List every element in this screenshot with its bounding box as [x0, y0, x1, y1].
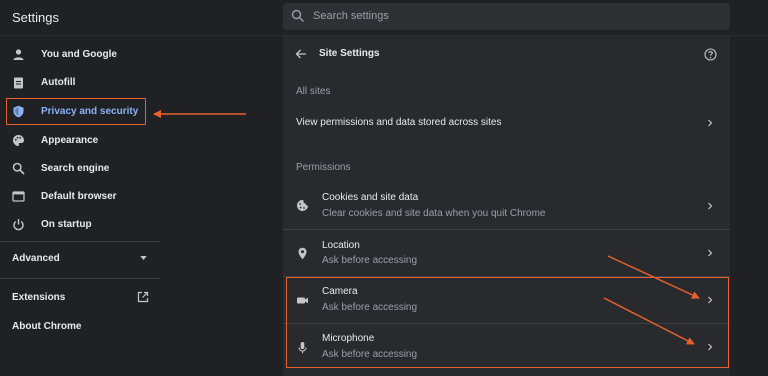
- permission-subtitle: Clear cookies and site data when you qui…: [322, 208, 546, 219]
- sidebar-item-label: Appearance: [41, 134, 99, 146]
- sidebar-item-advanced[interactable]: Advanced: [0, 245, 160, 271]
- permission-row-location[interactable]: Location Ask before accessing: [283, 230, 730, 277]
- sidebar: You and Google Autofill Privacy and secu…: [0, 36, 160, 376]
- permission-title: Location: [322, 240, 360, 251]
- sidebar-item-label: On startup: [41, 218, 92, 230]
- chevron-right-icon: [708, 202, 713, 210]
- permissions-heading: Permissions: [296, 162, 351, 173]
- sidebar-item-label: Default browser: [41, 190, 117, 202]
- back-arrow-icon[interactable]: [295, 48, 307, 60]
- sidebar-item-label: Search engine: [41, 162, 110, 174]
- palette-icon: [13, 134, 24, 146]
- card-header: Site Settings: [283, 36, 730, 72]
- caret-down-icon: [140, 256, 147, 260]
- sidebar-item-label: Autofill: [41, 76, 76, 88]
- sidebar-item-appearance[interactable]: Appearance: [0, 127, 160, 153]
- cookie-icon: [297, 200, 308, 211]
- location-pin-icon: [298, 247, 307, 260]
- power-icon: [13, 218, 24, 230]
- external-link-icon: [137, 291, 149, 303]
- all-sites-heading: All sites: [296, 86, 331, 97]
- person-icon: [13, 48, 24, 60]
- page-title: Site Settings: [319, 48, 380, 59]
- advanced-label: Advanced: [12, 252, 60, 264]
- sidebar-item-autofill[interactable]: Autofill: [0, 69, 160, 95]
- view-permissions-row[interactable]: View permissions and data stored across …: [283, 104, 730, 142]
- highlight-box-privacy: [6, 98, 146, 125]
- sidebar-divider: [0, 278, 160, 279]
- permission-title: Cookies and site data: [322, 192, 419, 203]
- app-title: Settings: [12, 10, 59, 25]
- search-input[interactable]: Search settings: [283, 3, 730, 30]
- sidebar-item-about-chrome[interactable]: About Chrome: [0, 313, 160, 339]
- sidebar-item-search-engine[interactable]: Search engine: [0, 155, 160, 181]
- search-icon: [12, 162, 25, 175]
- extensions-label: Extensions: [12, 291, 66, 303]
- permission-row-cookies[interactable]: Cookies and site data Clear cookies and …: [283, 182, 730, 229]
- browser-icon: [12, 190, 25, 202]
- view-permissions-label: View permissions and data stored across …: [296, 117, 502, 128]
- sidebar-item-extensions[interactable]: Extensions: [0, 284, 160, 310]
- chevron-right-icon: [708, 119, 713, 127]
- search-placeholder: Search settings: [313, 10, 389, 22]
- search-icon: [291, 9, 304, 22]
- highlight-box-camera-microphone: [286, 277, 729, 368]
- sidebar-item-you-and-google[interactable]: You and Google: [0, 41, 160, 67]
- permission-subtitle: Ask before accessing: [322, 255, 418, 266]
- sidebar-item-default-browser[interactable]: Default browser: [0, 183, 160, 209]
- sidebar-divider: [0, 241, 160, 242]
- sidebar-item-label: You and Google: [41, 48, 117, 60]
- top-bar: Settings Search settings: [0, 0, 768, 36]
- chevron-right-icon: [708, 249, 713, 257]
- help-icon[interactable]: [704, 48, 717, 61]
- sidebar-item-on-startup[interactable]: On startup: [0, 211, 160, 237]
- clipboard-icon: [14, 77, 23, 88]
- about-chrome-label: About Chrome: [12, 320, 82, 332]
